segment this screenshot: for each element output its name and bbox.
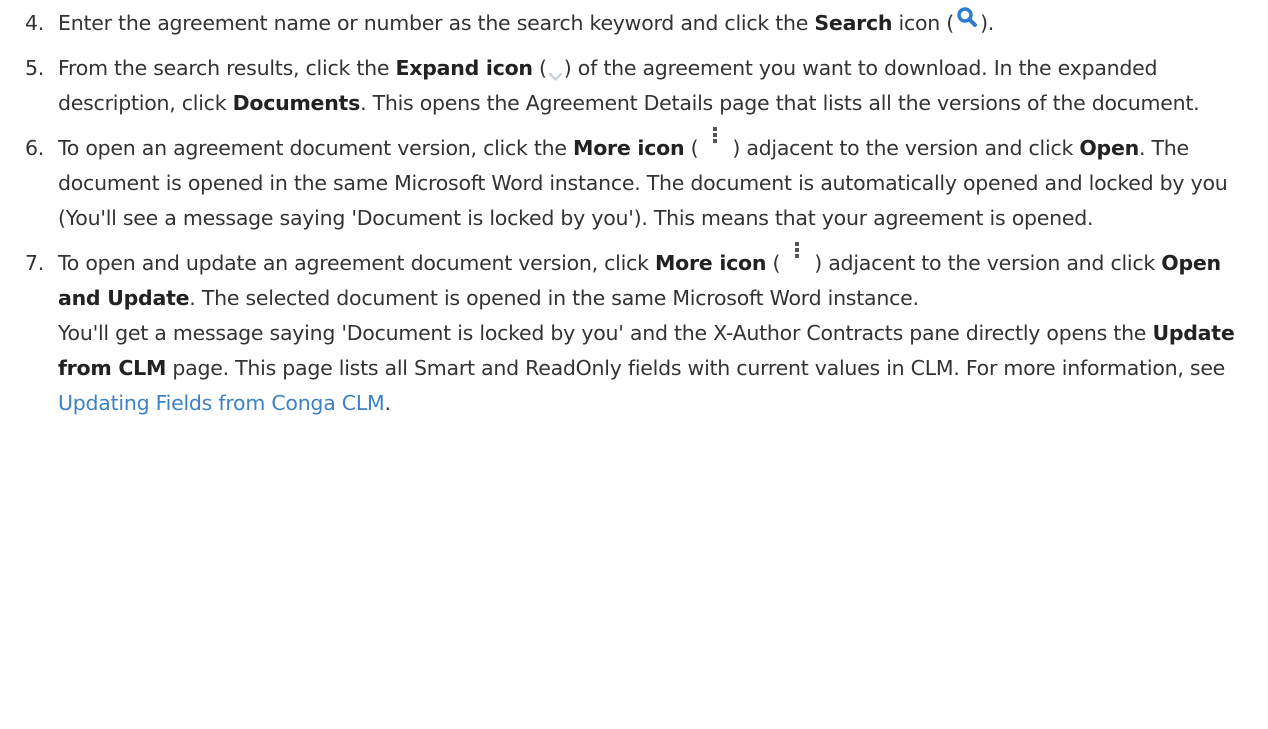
step-text: . This opens the Agreement Details page … (360, 91, 1200, 115)
step-paragraph: To open and update an agreement document… (58, 242, 1254, 316)
step-number: 6. (25, 136, 45, 160)
step-text: page. This page lists all Smart and Read… (166, 356, 1226, 380)
step-text: icon ( (892, 11, 955, 35)
step-6: 6. To open an agreement document version… (0, 127, 1268, 236)
more-vertical-icon (792, 240, 802, 266)
updating-fields-link[interactable]: Updating Fields from Conga CLM (58, 391, 385, 415)
step-text: ) adjacent to the version and click (732, 136, 1080, 160)
step-text: Enter the agreement name or number as th… (58, 11, 815, 35)
step-text: To open and update an agreement document… (58, 251, 655, 275)
more-vertical-icon (710, 125, 720, 151)
step-text: . (384, 391, 391, 415)
step-7: 7. To open and update an agreement docum… (0, 242, 1268, 421)
more-icon-term: More icon (573, 136, 685, 160)
step-text: ) adjacent to the version and click (814, 251, 1162, 275)
open-term: Open (1079, 136, 1139, 160)
step-number: 4. (25, 11, 45, 35)
more-icon-term: More icon (654, 251, 767, 275)
step-number: 5. (25, 56, 45, 80)
instruction-list: 4. Enter the agreement name or number as… (0, 6, 1268, 431)
step-text: From the search results, click the (58, 56, 396, 80)
search-term: Search (814, 11, 893, 35)
step-5: 5. From the search results, click the Ex… (0, 51, 1268, 121)
step-text: . The selected document is opened in the… (189, 286, 919, 310)
step-text: ( (684, 136, 699, 160)
step-text: You'll get a message saying 'Document is… (58, 321, 1153, 345)
step-4: 4. Enter the agreement name or number as… (0, 6, 1268, 41)
step-paragraph: You'll get a message saying 'Document is… (58, 316, 1254, 421)
step-text: To open an agreement document version, c… (58, 136, 574, 160)
search-icon (956, 4, 978, 27)
documents-term: Documents (232, 91, 361, 115)
expand-icon-term: Expand icon (395, 56, 534, 80)
step-text: ( (532, 56, 547, 80)
chevron-down-icon (548, 60, 563, 81)
step-number: 7. (25, 251, 45, 275)
step-text: ). (980, 11, 995, 35)
step-text: ( (766, 251, 781, 275)
